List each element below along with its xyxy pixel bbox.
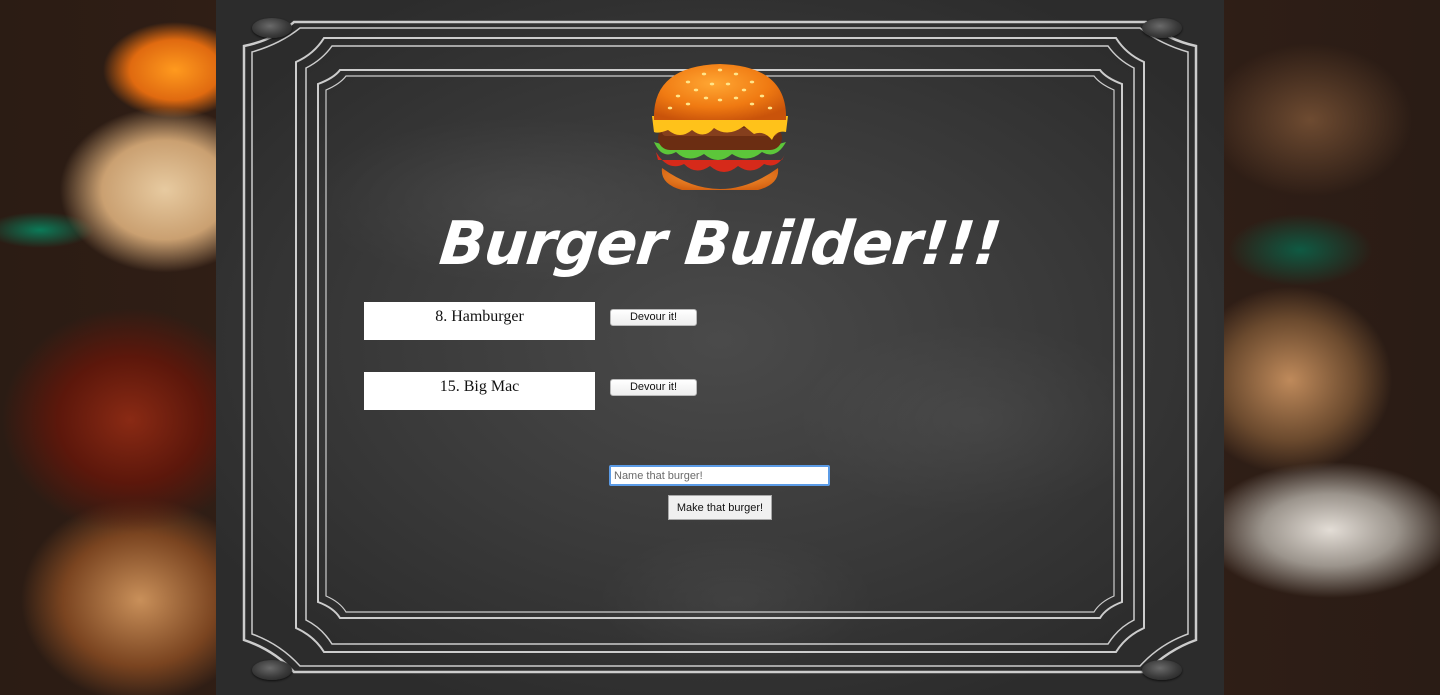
burger-name-input[interactable] <box>609 465 830 486</box>
devour-button[interactable]: Devour it! <box>610 309 697 326</box>
screw-bottom-right <box>1142 660 1182 680</box>
devour-button[interactable]: Devour it! <box>610 379 697 396</box>
screw-top-left <box>252 18 292 38</box>
screw-bottom-left <box>252 660 292 680</box>
page-title: Burger Builder!!! <box>436 209 1004 279</box>
make-burger-button[interactable]: Make that burger! <box>668 495 772 520</box>
screw-top-right <box>1142 18 1182 38</box>
burger-name: 15. Big Mac <box>364 372 595 410</box>
hamburger-icon <box>652 64 788 190</box>
burger-name: 8. Hamburger <box>364 302 595 340</box>
